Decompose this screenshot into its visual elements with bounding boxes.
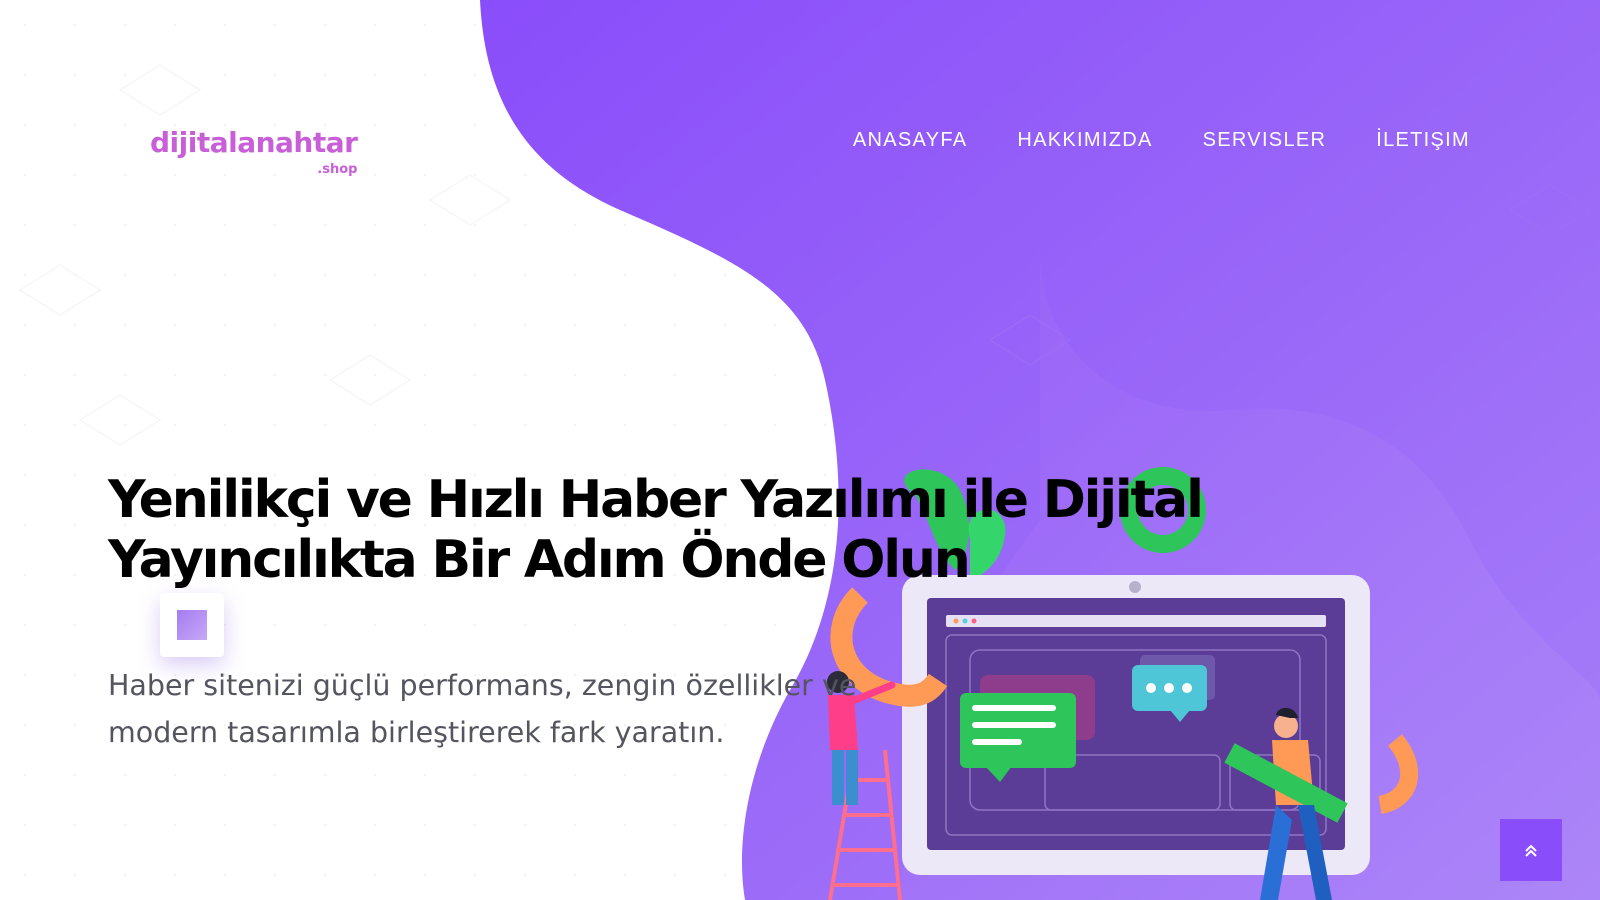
decorative-square-inner bbox=[177, 610, 207, 640]
scroll-to-top-button[interactable] bbox=[1500, 819, 1562, 881]
hero-subtitle-line-1: Haber sitenizi güçlü performans, zengin … bbox=[108, 669, 857, 702]
nav-item-servisler[interactable]: SERVISLER bbox=[1203, 126, 1327, 154]
nav-item-iletisim[interactable]: İLETIŞIM bbox=[1376, 126, 1470, 154]
nav-item-hakkimizda[interactable]: HAKKIMIZDA bbox=[1017, 126, 1152, 154]
logo-wordmark: dijitalanahtar bbox=[150, 126, 358, 159]
hero-title: Yenilikçi ve Hızlı Haber Yazılımı ile Di… bbox=[108, 470, 1308, 590]
site-logo[interactable]: dijitalanahtar .shop bbox=[150, 126, 358, 177]
hero-subtitle: Haber sitenizi güçlü performans, zengin … bbox=[108, 662, 868, 756]
main-navigation: ANASAYFA HAKKIMIZDA SERVISLER İLETIŞIM bbox=[853, 126, 1470, 154]
nav-item-anasayfa[interactable]: ANASAYFA bbox=[853, 126, 968, 154]
hero-title-line-2: Yayıncılıkta Bir Adım Önde Olun bbox=[108, 530, 971, 590]
double-chevron-up-icon bbox=[1525, 844, 1537, 857]
hero-subtitle-line-2: modern tasarımla birleştirerek fark yara… bbox=[108, 716, 725, 749]
decorative-square bbox=[160, 593, 224, 657]
hero-title-line-1: Yenilikçi ve Hızlı Haber Yazılımı ile Di… bbox=[108, 470, 1204, 530]
logo-domain-suffix: .shop bbox=[317, 162, 358, 177]
